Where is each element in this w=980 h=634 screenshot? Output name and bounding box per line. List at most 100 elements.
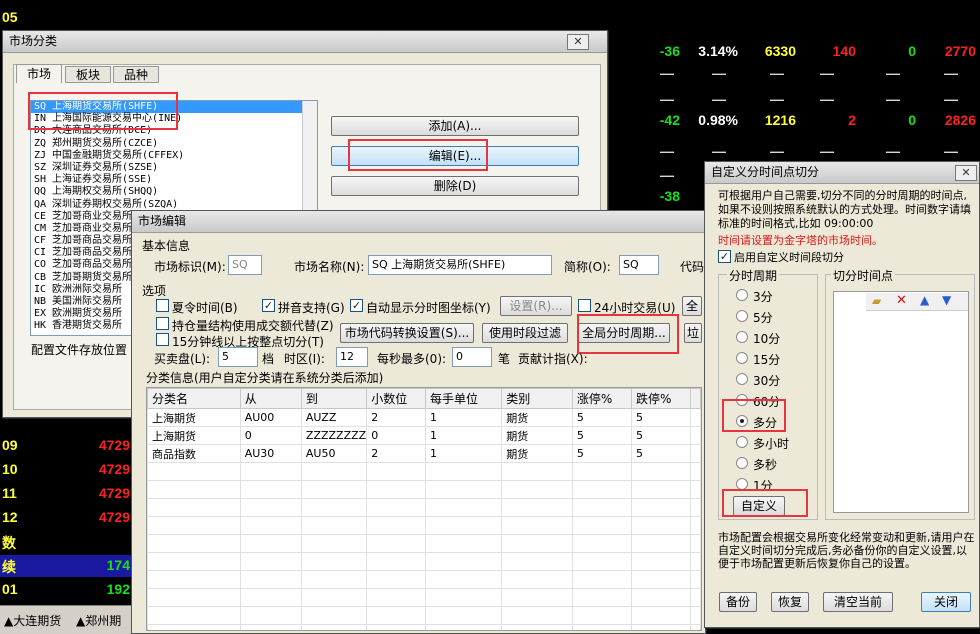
summer-time-checkbox[interactable] [156,299,169,312]
period-radio[interactable] [736,352,748,364]
table-row[interactable]: 上海期货 0 ZZZZZZZZ 0 1 期货 5 5 [147,426,701,445]
dash-cell: — [660,167,674,183]
period-radio[interactable] [736,478,748,490]
period-radio[interactable] [736,331,748,343]
warning-text: 时间请设置为金字塔的市场时间。 [718,234,883,247]
points-list[interactable]: ▰ ✕ ▲ ▼ [833,291,969,513]
market-list-item[interactable]: QQ 上海期权交易所(SHQQ) [31,186,317,198]
market-list-item[interactable]: ZQ 郑州期货交易所(CZCE) [31,138,317,150]
left-row-number: 09 [2,437,18,453]
tab-market[interactable]: 市场 [16,64,62,83]
k15-checkbox[interactable] [156,333,169,346]
period-radio[interactable] [736,436,748,448]
h24-checkbox[interactable] [578,299,591,312]
table-row[interactable]: 商品指数 AU30 AU50 2 1 期货 5 5 [147,444,701,463]
buysell-field[interactable]: 5 [218,347,258,367]
delete-icon[interactable]: ✕ [896,293,907,308]
period-radio[interactable] [736,289,748,301]
period-radio[interactable] [736,415,748,427]
empty-cell [571,462,633,481]
settings-button[interactable]: 设置(R)... [500,296,572,316]
table-cell: AU30 [239,444,302,463]
period-radio[interactable] [736,394,748,406]
arrow-up-icon[interactable]: ▲ [920,293,929,307]
pinyin-checkbox[interactable]: ✓ [262,299,275,312]
tab-dalian[interactable]: ▲大连期货 [4,612,61,629]
empty-cell [147,516,241,535]
timezone-field[interactable]: 12 [336,347,368,367]
market-list-item[interactable]: QA 深圳证券期权交易所(SZQA) [31,199,317,211]
all-button[interactable]: 全 [682,296,702,316]
hold-struct-checkbox[interactable] [156,317,169,330]
left-row[interactable]: 11 4729 [0,483,132,505]
add-button[interactable]: 添加(A)... [331,116,579,136]
empty-cell [366,624,426,630]
empty-cell [690,606,701,625]
left-row[interactable]: 10 4729 [0,459,132,481]
left-row[interactable]: 09 4729 [0,435,132,457]
column-header[interactable]: 跌停% [631,388,692,409]
empty-cell [631,606,692,625]
close-icon[interactable]: ✕ [567,34,589,50]
market-list-item[interactable]: DQ 大连商品交易所(DCE) [31,125,317,137]
backup-button[interactable]: 备份 [719,592,757,612]
close-icon[interactable]: ✕ [955,165,977,181]
tab-zhengzhou[interactable]: ▲郑州期 [76,612,121,629]
column-header[interactable]: 从 [239,388,302,409]
points-group-label: 切分时间点 [831,267,896,284]
column-header[interactable]: 到 [300,388,368,409]
clear-current-button[interactable]: 清空当前 [823,592,893,612]
left-row[interactable]: 续 174 [0,555,132,577]
period-radio[interactable] [736,310,748,322]
folder-icon[interactable]: ▰ [872,294,881,308]
column-header[interactable]: 分类名 [147,388,241,409]
market-list-item[interactable]: ZJ 中国金融期货交易所(CFFEX) [31,150,317,162]
period-radio[interactable] [736,373,748,385]
code-convert-button[interactable]: 市场代码转换设置(S)... [340,323,474,343]
global-period-button[interactable]: 全局分时周期... [578,323,670,343]
market-list-item[interactable]: SQ 上海期货交易所(SHFE) [31,101,317,114]
class-table[interactable]: 分类名从到小数位 每手单位 类别 涨停% 跌停% 上海期货 AU00 AUZZ 2 1 期货 5 5 上… [146,387,702,631]
tab-variety[interactable]: 品种 [113,66,159,83]
arrow-down-icon[interactable]: ▼ [942,293,951,307]
edit-button[interactable]: 编辑(E)... [331,146,579,166]
market-list-item[interactable]: IN 上海国际能源交易中心(INE) [31,113,317,125]
column-header[interactable]: 小数位 [366,388,426,409]
period-radio[interactable] [736,457,748,469]
dialog-title: 自定义分时间点切分 [711,165,820,179]
left-row[interactable]: 12 4729 [0,507,132,529]
board-cell: 2770 [944,43,976,59]
restore-button[interactable]: 恢复 [771,592,809,612]
custom-button[interactable]: 自定义 [733,496,785,516]
period-label: 15分 [753,353,781,367]
close-button[interactable]: 关闭 [921,592,971,612]
empty-cell [424,606,503,625]
short-name-field[interactable]: SQ [619,255,659,275]
column-header[interactable]: 类别 [501,388,573,409]
table-row[interactable]: 上海期货 AU00 AUZZ 2 1 期货 5 5 [147,408,701,427]
table-cell: 期货 [501,444,573,463]
side-button[interactable]: 垃 [684,323,702,343]
market-id-field[interactable]: SQ [228,255,262,275]
config-location-label: 配置文件存放位置 [31,343,128,357]
table-cell: 上海期货 [147,408,241,427]
market-name-field[interactable]: SQ 上海期货交易所(SHFE) [368,255,552,275]
buysell-label: 买卖盘(L): [154,352,211,366]
auto-coord-checkbox[interactable]: ✓ [350,299,363,312]
column-header[interactable]: 涨停% [571,388,633,409]
tab-sector[interactable]: 板块 [65,66,111,83]
left-row[interactable]: 01 192 [0,579,132,601]
left-row[interactable]: 数 [0,531,132,553]
left-row-list: 09 4729 10 4729 11 4729 12 4729 数续 174 01 192 [0,433,132,605]
column-header[interactable] [690,388,701,409]
enable-split-checkbox[interactable]: ✓ [718,250,731,263]
time-filter-button[interactable]: 使用时段过滤 [482,323,568,343]
per-second-field[interactable]: 0 [452,347,492,367]
board-cell: 6330 [764,43,796,59]
delete-button[interactable]: 删除(D) [331,176,579,196]
market-list-item[interactable]: SH 上海证券交易所(SSE) [31,174,317,186]
column-header[interactable]: 每手单位 [424,388,503,409]
market-list-item[interactable]: SZ 深圳证券交易所(SZSE) [31,162,317,174]
dash-cell: — [770,143,784,159]
empty-cell [501,462,573,481]
